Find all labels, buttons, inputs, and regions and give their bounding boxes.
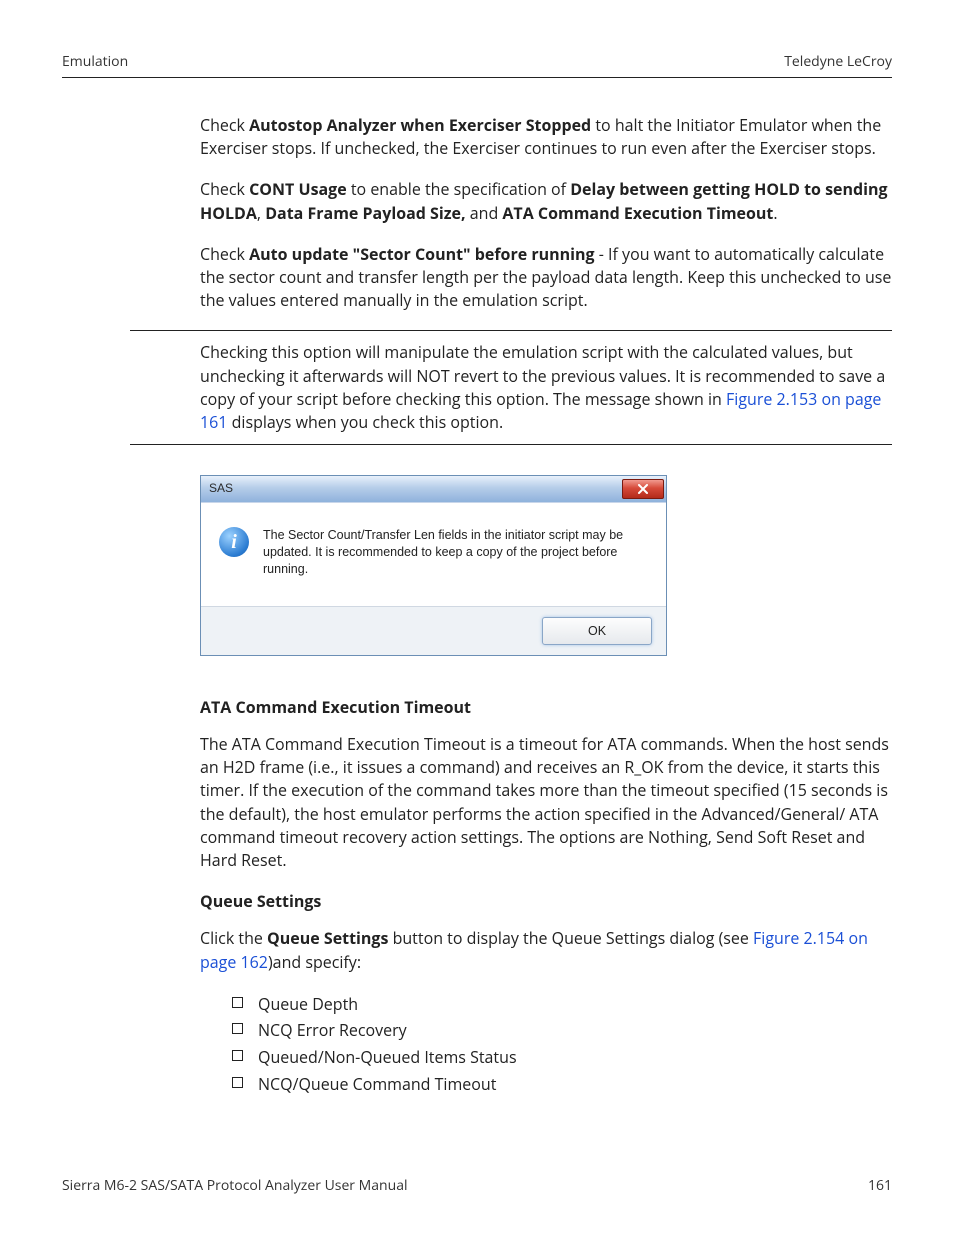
paragraph-auto-update: Check Auto update "Sector Count" before …: [200, 243, 892, 313]
text: Check: [200, 114, 249, 136]
note-box: Checking this option will manipulate the…: [130, 330, 892, 445]
close-button[interactable]: [622, 479, 664, 499]
list-item: NCQ Error Recovery: [232, 1018, 892, 1043]
text: ,: [257, 202, 265, 224]
dialog-message: The Sector Count/Transfer Len fields in …: [263, 527, 648, 578]
page-footer: Sierra M6-2 SAS/SATA Protocol Analyzer U…: [62, 1176, 892, 1195]
bold-cont-usage: CONT Usage: [249, 178, 347, 200]
text: Check: [200, 243, 249, 265]
page-number: 161: [868, 1176, 892, 1195]
text: button to display the Queue Settings dia…: [388, 927, 753, 949]
paragraph-cont-usage: Check CONT Usage to enable the specifica…: [200, 178, 892, 224]
list-item: NCQ/Queue Command Timeout: [232, 1072, 892, 1097]
sas-dialog: SAS i The Sector Count/Transfer Len fiel…: [200, 475, 667, 656]
header-brand: Teledyne LeCroy: [784, 52, 892, 71]
text: )and specify:: [268, 951, 361, 973]
text: to enable the specification of: [347, 178, 571, 200]
paragraph-autostop: Check Autostop Analyzer when Exerciser S…: [200, 114, 892, 160]
main-content: Check Autostop Analyzer when Exerciser S…: [200, 114, 892, 1097]
list-item: Queue Depth: [232, 992, 892, 1017]
text: Check: [200, 178, 249, 200]
document-page: Emulation Teledyne LeCroy Check Autostop…: [0, 0, 954, 1235]
close-icon: [637, 484, 649, 494]
header-section: Emulation: [62, 52, 128, 71]
note-text: Checking this option will manipulate the…: [200, 341, 892, 434]
dialog-title: SAS: [209, 480, 233, 497]
heading-ata-timeout: ATA Command Execution Timeout: [200, 696, 892, 719]
bold-ata-timeout: ATA Command Execution Timeout: [502, 202, 773, 224]
heading-queue-settings: Queue Settings: [200, 890, 892, 913]
ok-button[interactable]: OK: [542, 617, 652, 645]
text: Click the: [200, 927, 267, 949]
dialog-body: i The Sector Count/Transfer Len fields i…: [201, 502, 666, 606]
bold-autostop: Autostop Analyzer when Exerciser Stopped: [249, 114, 591, 136]
text: .: [773, 202, 777, 224]
footer-title: Sierra M6-2 SAS/SATA Protocol Analyzer U…: [62, 1176, 408, 1195]
bold-payload: Data Frame Payload Size,: [265, 202, 465, 224]
page-header: Emulation Teledyne LeCroy: [62, 52, 892, 78]
info-icon: i: [219, 527, 249, 557]
list-item: Queued/Non-Queued Items Status: [232, 1045, 892, 1070]
dialog-footer: OK: [201, 606, 666, 655]
bold-auto-update: Auto update "Sector Count" before runnin…: [249, 243, 594, 265]
queue-list: Queue Depth NCQ Error Recovery Queued/No…: [232, 992, 892, 1097]
paragraph-queue-intro: Click the Queue Settings button to displ…: [200, 927, 892, 973]
dialog-titlebar: SAS: [201, 476, 666, 502]
paragraph-ata-body: The ATA Command Execution Timeout is a t…: [200, 733, 892, 872]
text: displays when you check this option.: [227, 411, 503, 433]
bold-queue-settings: Queue Settings: [267, 927, 388, 949]
text: and: [466, 202, 503, 224]
